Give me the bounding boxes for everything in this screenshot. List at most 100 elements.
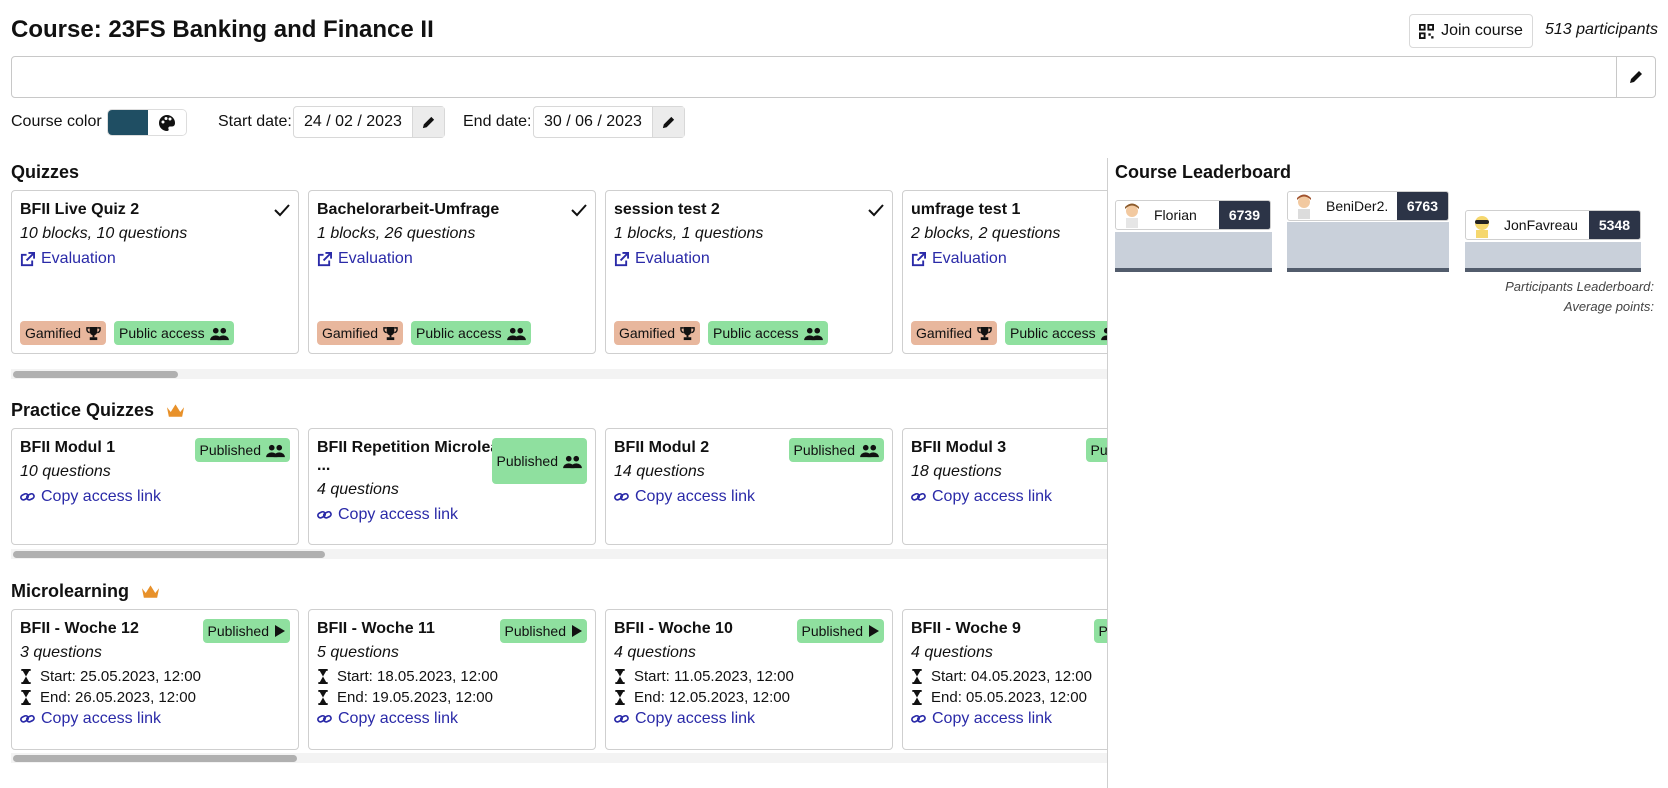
start-date-label: Start date:	[218, 113, 292, 130]
link-icon	[20, 714, 35, 723]
practice-list: BFII Modul 1 Published 10 questions Copy…	[11, 428, 1107, 547]
published-label: Published	[504, 623, 567, 639]
quizzes-scrollbar-thumb[interactable]	[13, 371, 178, 378]
published-label: Published	[1090, 442, 1108, 458]
start-time-label: Start: 04.05.2023, 12:00	[931, 668, 1092, 685]
end-time: End: 12.05.2023, 12:00	[614, 689, 884, 706]
edit-description-button[interactable]	[1616, 57, 1655, 97]
micro-scrollbar[interactable]	[11, 753, 1107, 763]
leaderboard-score: 6763	[1396, 192, 1448, 220]
course-description-field[interactable]	[11, 56, 1656, 98]
evaluation-link[interactable]: Evaluation	[20, 250, 290, 268]
evaluation-link-label: Evaluation	[41, 250, 116, 267]
podium-first	[1287, 222, 1449, 272]
copy-access-link-label: Copy access link	[41, 488, 162, 505]
course-color-toggle[interactable]	[107, 109, 187, 136]
hourglass-icon	[912, 669, 922, 684]
copy-access-link-label: Copy access link	[932, 710, 1053, 727]
check-icon-wrap	[274, 203, 290, 222]
public-access-label: Public access	[416, 325, 502, 341]
quiz-title: umfrage test 1	[911, 201, 1021, 218]
external-link-icon	[20, 251, 35, 266]
avatar	[1290, 192, 1318, 220]
join-course-button[interactable]: Join course	[1409, 14, 1533, 48]
practice-quiz-card[interactable]: BFII Repetition Microlear ... Published …	[308, 428, 596, 545]
quiz-card[interactable]: Bachelorarbeit-Umfrage 1 blocks, 26 ques…	[308, 190, 596, 354]
microlearning-card[interactable]: BFII - Woche 11 Published 5 questions St…	[308, 609, 596, 750]
check-icon	[868, 204, 884, 217]
evaluation-link[interactable]: Evaluation	[911, 250, 1107, 268]
published-badge: Published	[1085, 438, 1108, 462]
copy-access-link[interactable]: Copy access link	[614, 488, 884, 506]
quiz-card[interactable]: umfrage test 1 2 blocks, 2 questions Eva…	[902, 190, 1107, 354]
evaluation-link-label: Evaluation	[635, 250, 710, 267]
quiz-card[interactable]: session test 2 1 blocks, 1 questions Eva…	[605, 190, 893, 354]
external-link-icon	[911, 251, 926, 266]
link-icon	[317, 714, 332, 723]
quiz-subtitle: 1 blocks, 1 questions	[614, 225, 764, 242]
end-time: End: 05.05.2023, 12:00	[911, 689, 1107, 706]
evaluation-link-label: Evaluation	[932, 250, 1007, 267]
copy-access-link[interactable]: Copy access link	[20, 710, 290, 728]
micro-scrollbar-thumb[interactable]	[13, 755, 297, 762]
quiz-subtitle: 1 blocks, 26 questions	[317, 225, 476, 242]
microlearning-card[interactable]: BFII - Woche 9 Published 4 questions Sta…	[902, 609, 1107, 750]
leaderboard-score: 6739	[1218, 201, 1270, 229]
copy-access-link[interactable]: Copy access link	[614, 710, 884, 728]
public-access-label: Public access	[119, 325, 205, 341]
public-access-label: Public access	[1010, 325, 1096, 341]
edit-end-date-button[interactable]	[651, 107, 684, 137]
copy-access-link-label: Copy access link	[635, 710, 756, 727]
practice-quiz-title: BFII Repetition Microlear	[317, 439, 497, 456]
copy-access-link[interactable]: Copy access link	[20, 488, 290, 506]
course-color-label: Course color	[11, 113, 102, 130]
check-icon-wrap	[571, 203, 587, 222]
check-icon	[571, 204, 587, 217]
pencil-icon	[662, 116, 674, 128]
practice-quiz-card[interactable]: BFII Modul 3 Published 18 questions Copy…	[902, 428, 1107, 545]
play-icon	[275, 625, 285, 637]
micro-list: BFII - Woche 12 Published 3 questions St…	[11, 609, 1107, 752]
evaluation-link[interactable]: Evaluation	[614, 250, 884, 268]
leaderboard-score: 5348	[1588, 211, 1640, 239]
end-time-label: End: 05.05.2023, 12:00	[931, 689, 1087, 706]
users-icon	[563, 455, 582, 468]
quiz-card[interactable]: BFII Live Quiz 2 10 blocks, 10 questions…	[11, 190, 299, 354]
evaluation-link-label: Evaluation	[338, 250, 413, 267]
gamified-badge: Gamified	[614, 321, 701, 345]
practice-quiz-card[interactable]: BFII Modul 1 Published 10 questions Copy…	[11, 428, 299, 545]
leaderboard-entry: JonFavreau 5348	[1465, 210, 1641, 240]
evaluation-link[interactable]: Evaluation	[317, 250, 587, 268]
users-icon	[506, 327, 526, 340]
copy-access-link[interactable]: Copy access link	[911, 710, 1107, 728]
edit-start-date-button[interactable]	[411, 107, 444, 137]
published-badge: Published	[202, 619, 290, 643]
practice-scrollbar[interactable]	[11, 549, 1107, 559]
microlearning-subtitle: 5 questions	[317, 644, 399, 661]
hourglass-icon	[615, 690, 625, 705]
practice-quiz-subtitle: 18 questions	[911, 463, 1002, 480]
end-time-label: End: 19.05.2023, 12:00	[337, 689, 493, 706]
copy-access-link[interactable]: Copy access link	[317, 710, 587, 728]
published-label: Published	[199, 442, 262, 458]
practice-scrollbar-thumb[interactable]	[13, 551, 325, 558]
avatar	[1468, 211, 1496, 239]
copy-access-link-label: Copy access link	[338, 506, 459, 523]
practice-quiz-subtitle: 14 questions	[614, 463, 705, 480]
gamified-label: Gamified	[25, 325, 82, 341]
microlearning-card[interactable]: BFII - Woche 10 Published 4 questions St…	[605, 609, 893, 750]
quizzes-section-title: Quizzes	[11, 162, 79, 183]
published-label: Published	[801, 623, 864, 639]
practice-quiz-title: BFII Modul 3	[911, 439, 1007, 456]
practice-quiz-card[interactable]: BFII Modul 2 Published 14 questions Copy…	[605, 428, 893, 545]
copy-access-link[interactable]: Copy access link	[911, 488, 1107, 506]
micro-section-title: Microlearning	[11, 581, 160, 602]
start-date-field[interactable]: 24 / 02 / 2023	[293, 106, 445, 138]
leaderboard-name: JonFavreau	[1504, 217, 1578, 233]
quizzes-scrollbar[interactable]	[11, 369, 1107, 379]
average-points-label: Average points:	[1563, 299, 1654, 314]
microlearning-card[interactable]: BFII - Woche 12 Published 3 questions St…	[11, 609, 299, 750]
start-time: Start: 11.05.2023, 12:00	[614, 668, 884, 685]
end-date-field[interactable]: 30 / 06 / 2023	[533, 106, 685, 138]
copy-access-link[interactable]: Copy access link	[317, 506, 587, 524]
